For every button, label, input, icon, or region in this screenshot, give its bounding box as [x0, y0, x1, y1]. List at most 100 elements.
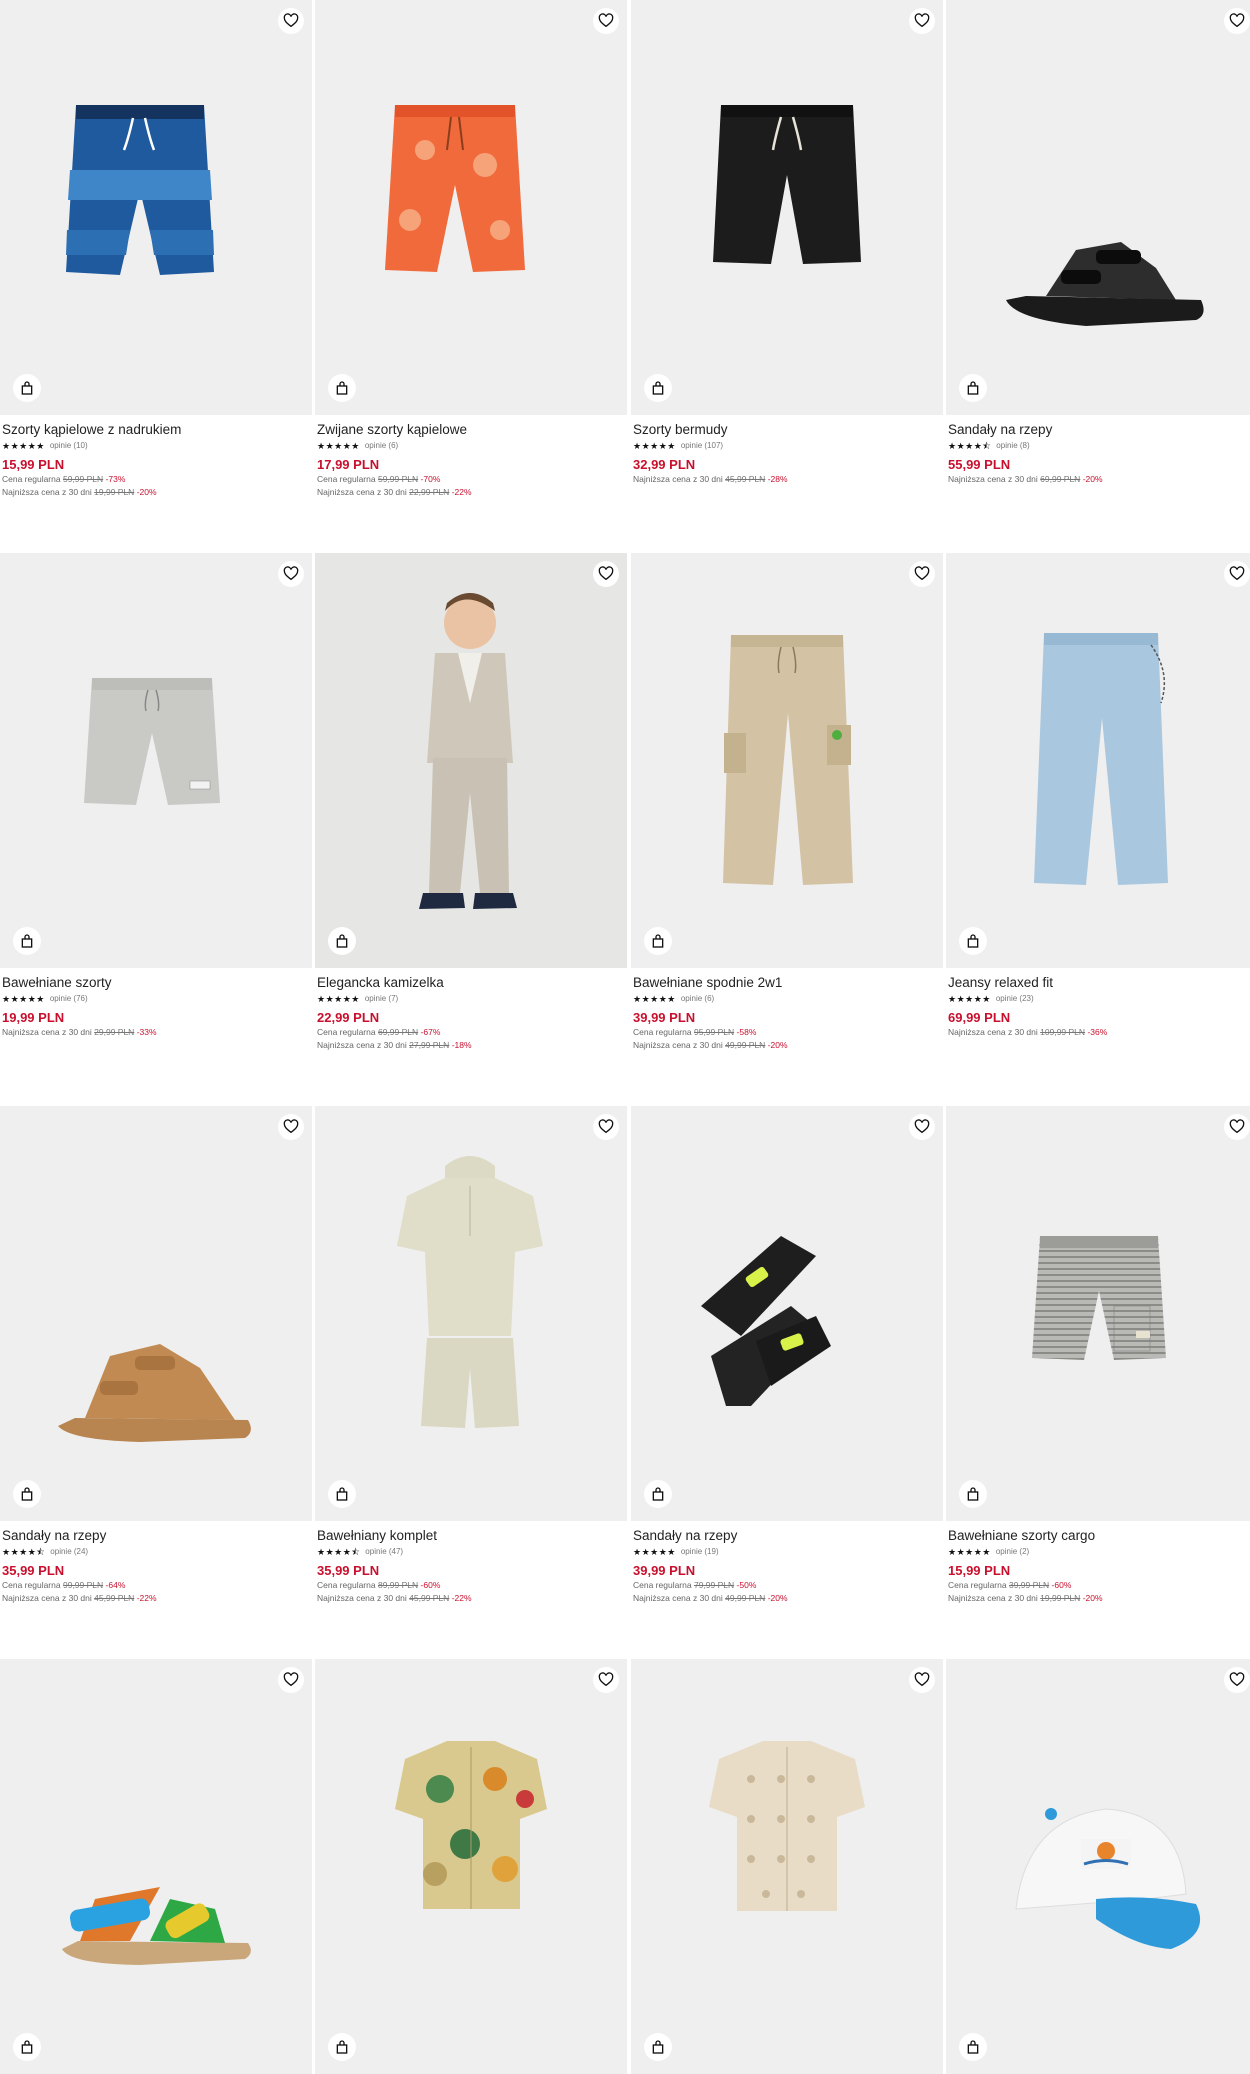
product-card[interactable]: Szorty bermudy ★★★★★ opinie (107) 32,99 … — [631, 0, 943, 486]
add-to-cart-button[interactable] — [644, 374, 672, 402]
review-count[interactable]: opinie (2) — [996, 1545, 1029, 1559]
product-card[interactable]: Elegancka kamizelka ★★★★★ opinie (7) 22,… — [315, 553, 627, 1052]
review-count[interactable]: opinie (107) — [681, 439, 723, 453]
review-count[interactable]: opinie (6) — [681, 992, 714, 1006]
favorite-button[interactable] — [593, 561, 619, 587]
favorite-button[interactable] — [909, 8, 935, 34]
heart-outline-icon — [283, 1672, 299, 1687]
product-name[interactable]: Bawełniany komplet — [317, 1527, 625, 1544]
product-name[interactable]: Jeansy relaxed fit — [948, 974, 1250, 991]
lowest-price-label: Najniższa cena z 30 dni — [948, 1027, 1038, 1037]
add-to-cart-button[interactable] — [13, 927, 41, 955]
favorite-button[interactable] — [1224, 8, 1250, 34]
add-to-cart-button[interactable] — [644, 927, 672, 955]
product-image[interactable] — [0, 1659, 312, 2074]
favorite-button[interactable] — [909, 1667, 935, 1693]
lowest-price-line: Najniższa cena z 30 dni 27,99 PLN -18% — [317, 1039, 625, 1052]
review-count[interactable]: opinie (6) — [365, 439, 398, 453]
favorite-button[interactable] — [1224, 1114, 1250, 1140]
review-count[interactable]: opinie (76) — [50, 992, 88, 1006]
product-image[interactable] — [315, 0, 627, 415]
product-card[interactable]: Bawełniane szorty cargo ★★★★★ opinie (2)… — [946, 1106, 1250, 1605]
favorite-button[interactable] — [593, 8, 619, 34]
product-card[interactable]: Bawełniane szorty ★★★★★ opinie (76) 19,9… — [0, 553, 312, 1039]
product-card[interactable] — [315, 1659, 627, 2074]
product-name[interactable]: Sandały na rzepy — [633, 1527, 941, 1544]
favorite-button[interactable] — [909, 561, 935, 587]
favorite-button[interactable] — [278, 561, 304, 587]
product-card[interactable]: Bawełniany komplet ★★★★⯪ opinie (47) 35,… — [315, 1106, 627, 1605]
add-to-cart-button[interactable] — [328, 374, 356, 402]
favorite-button[interactable] — [909, 1114, 935, 1140]
add-to-cart-button[interactable] — [644, 2033, 672, 2061]
add-to-cart-button[interactable] — [328, 2033, 356, 2061]
product-image[interactable] — [0, 0, 312, 415]
regular-price-old: 59,99 PLN — [377, 474, 419, 484]
product-image[interactable] — [631, 1659, 943, 2074]
product-name[interactable]: Bawełniane szorty — [2, 974, 310, 991]
product-card[interactable]: Jeansy relaxed fit ★★★★★ opinie (23) 69,… — [946, 553, 1250, 1039]
product-image[interactable] — [946, 0, 1250, 415]
favorite-button[interactable] — [278, 1114, 304, 1140]
add-to-cart-button[interactable] — [644, 1480, 672, 1508]
product-name[interactable]: Elegancka kamizelka — [317, 974, 625, 991]
review-count[interactable]: opinie (23) — [996, 992, 1034, 1006]
favorite-button[interactable] — [593, 1114, 619, 1140]
product-card[interactable]: Sandały na rzepy ★★★★⯪ opinie (24) 35,99… — [0, 1106, 312, 1605]
product-name[interactable]: Bawełniane spodnie 2w1 — [633, 974, 941, 991]
add-to-cart-button[interactable] — [959, 2033, 987, 2061]
product-image[interactable] — [946, 1106, 1250, 1521]
review-count[interactable]: opinie (24) — [50, 1545, 88, 1559]
product-image[interactable] — [0, 1106, 312, 1521]
product-card[interactable]: Bawełniane spodnie 2w1 ★★★★★ opinie (6) … — [631, 553, 943, 1052]
product-price: 39,99 PLN — [633, 1563, 696, 1578]
product-name[interactable]: Sandały na rzepy — [948, 421, 1250, 438]
favorite-button[interactable] — [1224, 1667, 1250, 1693]
product-image[interactable] — [631, 0, 943, 415]
product-card[interactable]: Sandały na rzepy ★★★★⯪ opinie (8) 55,99 … — [946, 0, 1250, 486]
product-name[interactable]: Zwijane szorty kąpielowe — [317, 421, 625, 438]
lowest-price-discount: -28% — [767, 474, 788, 484]
review-count[interactable]: opinie (47) — [365, 1545, 403, 1559]
product-card[interactable] — [631, 1659, 943, 2074]
sandals-black-neon-image — [701, 1236, 831, 1406]
product-rating: ★★★★★ opinie (76) — [2, 992, 310, 1006]
rating-stars: ★★★★⯪ — [317, 1547, 361, 1557]
favorite-button[interactable] — [593, 1667, 619, 1693]
regular-price-discount: -58% — [736, 1027, 757, 1037]
review-count[interactable]: opinie (10) — [50, 439, 88, 453]
add-to-cart-button[interactable] — [328, 1480, 356, 1508]
product-image[interactable] — [631, 553, 943, 968]
product-card[interactable]: Szorty kąpielowe z nadrukiem ★★★★★ opini… — [0, 0, 312, 499]
product-image[interactable] — [631, 1106, 943, 1521]
favorite-button[interactable] — [278, 1667, 304, 1693]
product-image[interactable] — [946, 553, 1250, 968]
add-to-cart-button[interactable] — [13, 2033, 41, 2061]
product-card[interactable]: Sandały na rzepy ★★★★★ opinie (19) 39,99… — [631, 1106, 943, 1605]
add-to-cart-button[interactable] — [13, 374, 41, 402]
product-card[interactable] — [0, 1659, 312, 2074]
add-to-cart-button[interactable] — [959, 374, 987, 402]
product-name[interactable]: Bawełniane szorty cargo — [948, 1527, 1250, 1544]
favorite-button[interactable] — [278, 8, 304, 34]
review-count[interactable]: opinie (19) — [681, 1545, 719, 1559]
product-card[interactable] — [946, 1659, 1250, 2074]
review-count[interactable]: opinie (8) — [996, 439, 1029, 453]
review-count[interactable]: opinie (7) — [365, 992, 398, 1006]
product-name[interactable]: Szorty bermudy — [633, 421, 941, 438]
add-to-cart-button[interactable] — [328, 927, 356, 955]
product-image[interactable] — [946, 1659, 1250, 2074]
product-name[interactable]: Szorty kąpielowe z nadrukiem — [2, 421, 310, 438]
product-image[interactable] — [315, 553, 627, 968]
favorite-button[interactable] — [1224, 561, 1250, 587]
add-to-cart-button[interactable] — [13, 1480, 41, 1508]
product-image[interactable] — [0, 553, 312, 968]
lowest-price-label: Najniższa cena z 30 dni — [317, 1593, 407, 1603]
product-image[interactable] — [315, 1106, 627, 1521]
product-card[interactable]: Zwijane szorty kąpielowe ★★★★★ opinie (6… — [315, 0, 627, 499]
add-to-cart-button[interactable] — [959, 927, 987, 955]
lowest-price-line: Najniższa cena z 30 dni 109,99 PLN -36% — [948, 1026, 1250, 1039]
product-name[interactable]: Sandały na rzepy — [2, 1527, 310, 1544]
product-image[interactable] — [315, 1659, 627, 2074]
add-to-cart-button[interactable] — [959, 1480, 987, 1508]
